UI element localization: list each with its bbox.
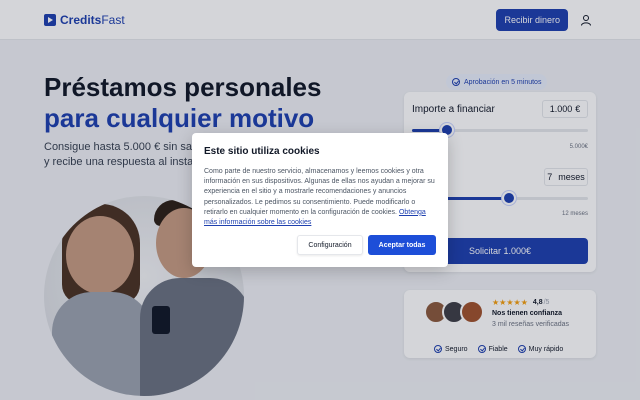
- cookie-consent-dialog: Este sitio utiliza cookies Como parte de…: [192, 133, 448, 267]
- cookie-settings-button[interactable]: Configuración: [297, 235, 363, 255]
- accept-all-cookies-button[interactable]: Aceptar todas: [368, 235, 436, 255]
- cookie-dialog-title: Este sitio utiliza cookies: [204, 146, 320, 157]
- cookie-dialog-text: Como parte de nuestro servicio, almacena…: [204, 167, 436, 228]
